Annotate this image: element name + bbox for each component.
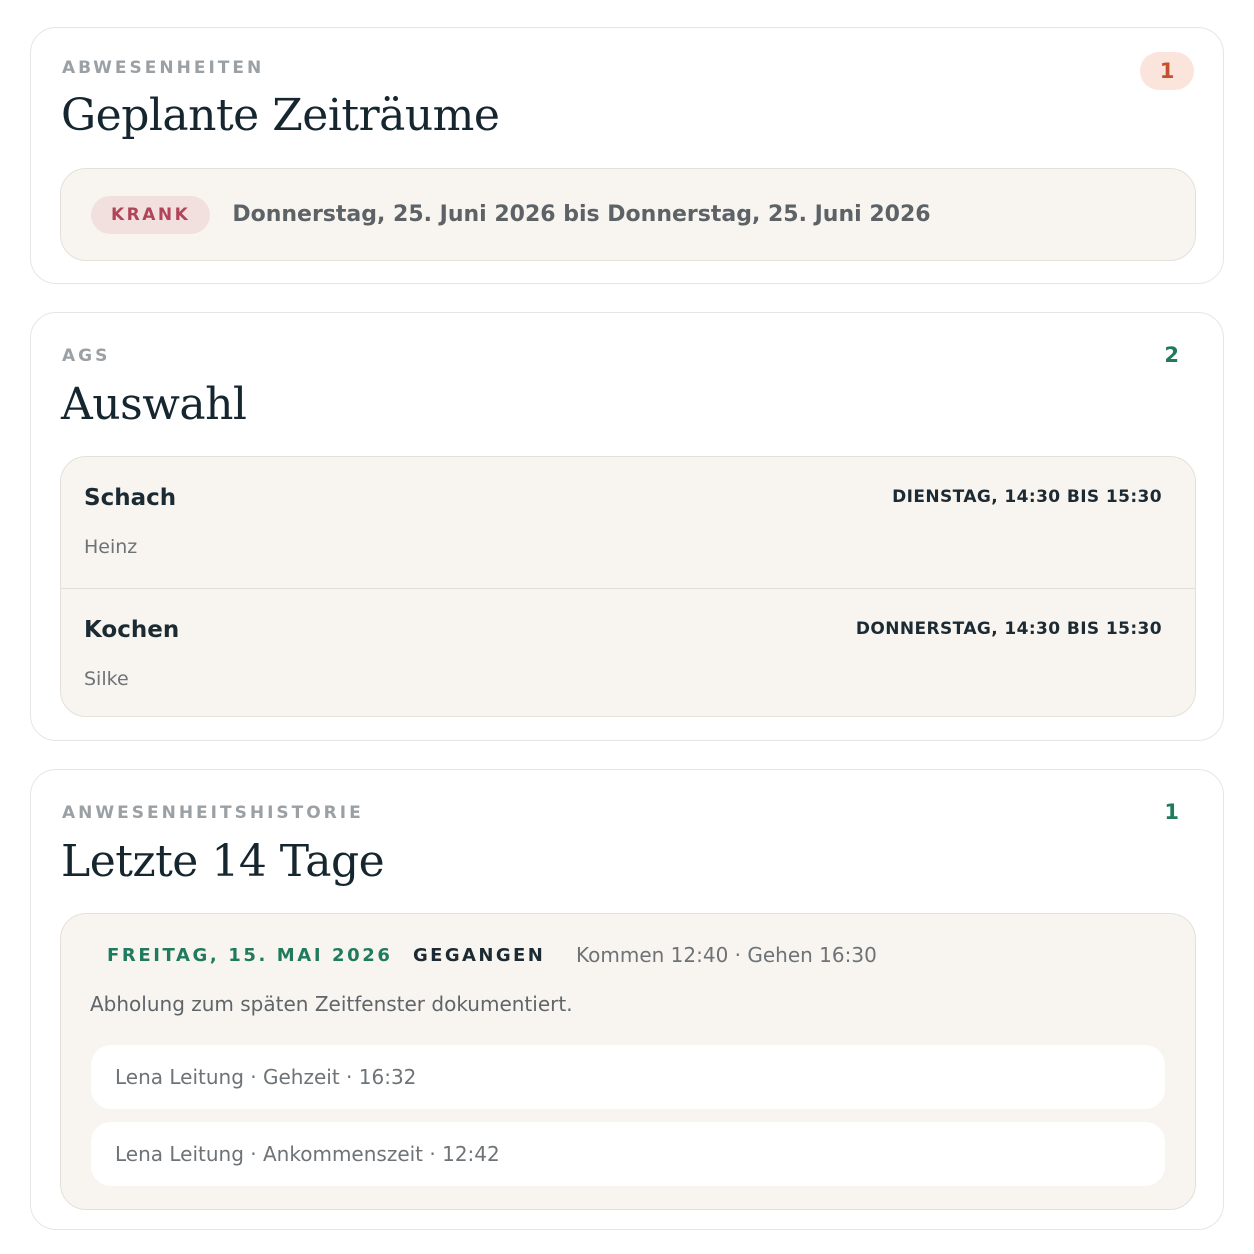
absences-card: ABWESENHEITEN Geplante Zeiträume 1 KRANK… xyxy=(30,27,1224,284)
log-row: Lena Leitung · Gehzeit · 16:32 xyxy=(91,1045,1165,1109)
ag-leader: Silke xyxy=(84,668,129,690)
ag-leader: Heinz xyxy=(84,536,138,558)
entry-note: Abholung zum späten Zeitfenster dokument… xyxy=(90,992,573,1016)
ag-schedule: DONNERSTAG, 14:30 BIS 15:30 xyxy=(855,619,1162,639)
entry-date: FREITAG, 15. MAI 2026 xyxy=(107,945,393,966)
absences-eyebrow: ABWESENHEITEN xyxy=(62,58,265,78)
ag-name: Kochen xyxy=(84,617,180,643)
absence-type-tag: KRANK xyxy=(91,195,211,234)
absences-title: Geplante Zeiträume xyxy=(61,90,500,141)
history-eyebrow: ANWESENHEITSHISTORIE xyxy=(62,803,364,823)
ag-schedule: DIENSTAG, 14:30 BIS 15:30 xyxy=(892,487,1162,507)
ags-title: Auswahl xyxy=(61,379,247,430)
ags-count: 2 xyxy=(1164,343,1179,367)
ags-card: AGS Auswahl 2 Schach Heinz DIENSTAG, 14:… xyxy=(30,312,1224,741)
ag-name: Schach xyxy=(84,485,177,511)
entry-status: GEGANGEN xyxy=(413,945,546,966)
absence-item[interactable]: KRANK Donnerstag, 25. Juni 2026 bis Donn… xyxy=(60,168,1196,261)
history-entry[interactable]: FREITAG, 15. MAI 2026 GEGANGEN Kommen 12… xyxy=(60,913,1196,1210)
ag-list: Schach Heinz DIENSTAG, 14:30 BIS 15:30 K… xyxy=(60,456,1196,717)
history-title: Letzte 14 Tage xyxy=(61,836,385,887)
ag-item-schach[interactable]: Schach Heinz DIENSTAG, 14:30 BIS 15:30 xyxy=(61,457,1195,588)
log-row: Lena Leitung · Ankommenszeit · 12:42 xyxy=(91,1122,1165,1186)
history-card: ANWESENHEITSHISTORIE Letzte 14 Tage 1 FR… xyxy=(30,769,1224,1230)
ags-eyebrow: AGS xyxy=(62,346,111,366)
history-count: 1 xyxy=(1164,800,1179,824)
entry-times: Kommen 12:40 · Gehen 16:30 xyxy=(576,943,877,967)
ag-item-kochen[interactable]: Kochen Silke DONNERSTAG, 14:30 BIS 15:30 xyxy=(61,588,1195,716)
absences-count-badge: 1 xyxy=(1140,52,1194,90)
absence-date-range: Donnerstag, 25. Juni 2026 bis Donnerstag… xyxy=(232,202,931,227)
